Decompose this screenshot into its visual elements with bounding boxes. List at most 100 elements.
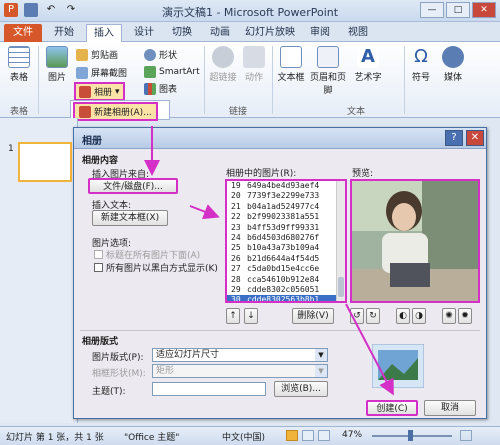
create-button[interactable]: 创建(C) xyxy=(366,400,418,416)
contrast-down-button[interactable]: ◑ xyxy=(412,308,426,324)
move-up-button[interactable]: ↑ xyxy=(226,308,240,324)
new-album-menu-item[interactable]: 新建相册(A)... xyxy=(73,102,158,121)
contrast-up-button[interactable]: ◐ xyxy=(396,308,410,324)
maximize-button[interactable]: □ xyxy=(446,2,470,18)
tab-file[interactable]: 文件 xyxy=(4,24,42,42)
picture-list-item[interactable]: 20 7739f3e2299e733 xyxy=(227,191,345,201)
hyperlink-button[interactable]: 超链接 xyxy=(208,46,238,83)
group-label-links: 链接 xyxy=(228,107,247,117)
browse-button[interactable]: 浏览(B)... xyxy=(274,381,328,397)
minimize-button[interactable]: — xyxy=(420,2,444,18)
picture-index: 26 xyxy=(231,253,241,263)
picture-list-item[interactable]: 21 b04a1ad524977c4 xyxy=(227,202,345,212)
list-scrollbar[interactable] xyxy=(336,181,345,301)
picture-list-item[interactable]: 24 b6d4503d680276f xyxy=(227,233,345,243)
new-textbox-button[interactable]: 新建文本框(X) xyxy=(92,210,168,226)
preview-photo xyxy=(352,181,478,301)
picture-filename: b6d4503d680276f xyxy=(247,232,320,242)
brightness-up-button[interactable]: ✺ xyxy=(442,308,456,324)
photo-album-dialog: 相册 ? ✕ 相册内容 插入图片来自: 文件/磁盘(F)... 插入文本: 新建… xyxy=(73,127,487,419)
header-footer-button[interactable]: 页眉和页脚 xyxy=(306,46,350,96)
picture-list-item[interactable]: 28 cca54610b912e84 xyxy=(227,275,345,285)
chart-button[interactable]: 图表 xyxy=(144,82,177,95)
picture-list-item[interactable]: 29 cdde8302c056051 xyxy=(227,285,345,295)
tab-design[interactable]: 设计 xyxy=(128,24,160,42)
close-window-button[interactable]: ✕ xyxy=(472,2,496,18)
scroll-thumb[interactable] xyxy=(338,277,344,297)
zoom-level[interactable]: 47% xyxy=(342,430,362,440)
picture-index: 19 xyxy=(231,181,241,190)
reading-view-icon[interactable] xyxy=(318,430,330,441)
picture-button[interactable]: 图片 xyxy=(44,46,70,83)
chevron-down-icon: ▾ xyxy=(115,86,120,97)
help-button[interactable]: ? xyxy=(445,130,463,146)
tab-home[interactable]: 开始 xyxy=(48,24,80,42)
media-button[interactable]: 媒体 xyxy=(440,46,466,83)
brightness-down-button[interactable]: ✹ xyxy=(458,308,472,324)
checkbox-icon xyxy=(94,250,103,259)
picture-filename: cdde8302c056051 xyxy=(247,284,320,294)
ribbon-tabs: 文件 开始 插入 设计 切换 动画 幻灯片放映 审阅 视图 xyxy=(0,22,500,42)
dialog-close-button[interactable]: ✕ xyxy=(466,130,484,146)
globe-icon xyxy=(212,46,234,68)
zoom-slider-thumb[interactable] xyxy=(408,430,413,441)
tab-insert[interactable]: 插入 xyxy=(86,24,122,42)
picture-filename: c5da0bd15e4cc6e xyxy=(247,264,320,274)
slide-thumbnail[interactable] xyxy=(18,142,72,182)
screenshot-button[interactable]: 屏幕截图 xyxy=(76,66,127,79)
wordart-button[interactable]: A 艺术字 xyxy=(352,46,384,83)
remove-button[interactable]: 删除(V) xyxy=(292,308,334,324)
album-pictures-label: 相册中的图片(R): xyxy=(226,169,297,179)
smartart-button[interactable]: SmartArt xyxy=(144,66,200,78)
tab-review[interactable]: 审阅 xyxy=(304,24,336,42)
chevron-down-icon: ▼ xyxy=(315,365,327,377)
picture-list-item[interactable]: 26 b21d6644a4f54d5 xyxy=(227,254,345,264)
rotate-right-button[interactable]: ↻ xyxy=(366,308,380,324)
picture-list-item[interactable]: 22 b2f99023381a551 xyxy=(227,212,345,222)
language[interactable]: 中文(中国) xyxy=(222,430,265,443)
picture-list-item[interactable]: 30 cdde8302563b8b1 xyxy=(227,295,345,303)
textbox-button[interactable]: 文本框 xyxy=(276,46,306,83)
sun-icon: ✺ xyxy=(445,311,453,321)
picture-list-item[interactable]: 23 b4ff53d9ff99331 xyxy=(227,223,345,233)
picture-filename: b04a1ad524977c4 xyxy=(247,201,320,211)
shapes-button[interactable]: 形状 xyxy=(144,48,177,61)
move-down-button[interactable]: ↓ xyxy=(244,308,258,324)
picture-index: 27 xyxy=(231,264,241,274)
tab-view[interactable]: 视图 xyxy=(342,24,374,42)
picture-filename: b10a43a73b109a4 xyxy=(247,243,320,253)
file-disk-button[interactable]: 文件/磁盘(F)... xyxy=(88,178,178,194)
picture-preview xyxy=(350,179,480,303)
picture-list-item[interactable]: 27 c5da0bd15e4cc6e xyxy=(227,264,345,274)
picture-filename: b21d6644a4f54d5 xyxy=(247,253,320,263)
normal-view-icon[interactable] xyxy=(286,430,298,441)
tab-transitions[interactable]: 切换 xyxy=(166,24,198,42)
cancel-button[interactable]: 取消 xyxy=(424,400,476,416)
table-button[interactable]: 表格 xyxy=(6,46,32,83)
fit-to-window-icon[interactable] xyxy=(460,430,472,441)
rotate-right-icon: ↻ xyxy=(369,311,377,321)
album-button[interactable]: 相册 ▾ xyxy=(74,82,125,101)
sorter-view-icon[interactable] xyxy=(302,430,314,441)
picture-index: 29 xyxy=(231,284,241,294)
rotate-left-button[interactable]: ↺ xyxy=(350,308,364,324)
picture-list-item[interactable]: 19 649a4be4d93aef4 xyxy=(227,181,345,191)
caption-checkbox[interactable]: 标题在所有图片下面(A) xyxy=(94,248,200,261)
picture-list-item[interactable]: 25 b10a43a73b109a4 xyxy=(227,243,345,253)
tab-slideshow[interactable]: 幻灯片放映 xyxy=(242,24,298,42)
symbol-button[interactable]: Ω 符号 xyxy=(408,46,434,83)
picture-layout-label: 图片版式(P): xyxy=(92,353,144,363)
arrow-down-icon: ↓ xyxy=(247,311,255,321)
tab-animations[interactable]: 动画 xyxy=(204,24,236,42)
wordart-icon: A xyxy=(357,46,379,68)
frame-shape-select[interactable]: 矩形 ▼ xyxy=(152,364,328,378)
theme-input[interactable] xyxy=(152,382,266,396)
picture-index: 24 xyxy=(231,232,241,242)
action-button[interactable]: 动作 xyxy=(240,46,268,83)
picture-layout-select[interactable]: 适应幻灯片尺寸 ▼ xyxy=(152,348,328,362)
star-icon xyxy=(243,46,265,68)
album-picture-list[interactable]: 19 649a4be4d93aef4 20 7739f3e2299e733 21 b04a… xyxy=(225,179,347,303)
clipart-button[interactable]: 剪贴画 xyxy=(76,48,118,61)
picture-index: 30 xyxy=(231,295,241,303)
black-white-checkbox[interactable]: 所有图片以黑白方式显示(K) xyxy=(94,261,218,274)
